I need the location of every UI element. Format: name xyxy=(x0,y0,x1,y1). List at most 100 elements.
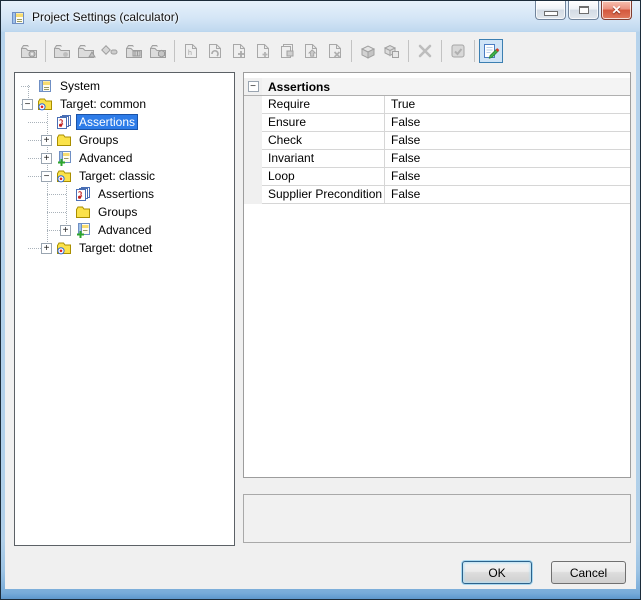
close-button[interactable]: ✕ xyxy=(601,1,632,20)
caption-buttons: ✕ xyxy=(535,1,632,20)
tree-item-label: Advanced xyxy=(76,150,135,166)
assertions-icon xyxy=(75,186,91,202)
link-icon[interactable] xyxy=(98,39,122,63)
doc-remove-icon[interactable] xyxy=(323,39,347,63)
project-settings-window: Project Settings (calculator) ✕ xyxy=(0,0,641,600)
tree-item-label: Target: dotnet xyxy=(76,240,155,256)
close-icon: ✕ xyxy=(611,4,621,16)
property-value[interactable]: False xyxy=(384,168,630,186)
tree-item-label: Target: common xyxy=(57,96,149,112)
maximize-button[interactable] xyxy=(568,1,599,20)
tree-item-target-dotnet[interactable]: + Target: dotnet xyxy=(15,239,234,257)
doc-redo-icon[interactable] xyxy=(203,39,227,63)
tree-item-target-classic[interactable]: − Target: classic xyxy=(15,167,234,185)
property-name: Check xyxy=(262,132,384,150)
system-icon xyxy=(37,78,53,94)
property-row-supplier-precondition[interactable]: Supplier Precondition False xyxy=(244,186,630,204)
tree-item-label: Assertions xyxy=(95,186,157,202)
property-row-ensure[interactable]: Ensure False xyxy=(244,114,630,132)
doc-h-icon[interactable]: h xyxy=(179,39,203,63)
property-name: Loop xyxy=(262,168,384,186)
target-folder-icon xyxy=(56,168,72,184)
property-value[interactable]: False xyxy=(384,114,630,132)
tree-item-label: Advanced xyxy=(95,222,154,238)
expander-slot xyxy=(18,77,37,95)
collapse-icon[interactable]: − xyxy=(41,171,52,182)
property-name: Ensure xyxy=(262,114,384,132)
toolbar-separator xyxy=(441,40,442,62)
advanced-icon xyxy=(56,150,72,166)
tree-item-advanced-classic[interactable]: + Advanced xyxy=(15,221,234,239)
toolbar-separator xyxy=(408,40,409,62)
toolbar: h xyxy=(5,32,636,70)
tree-item-assertions-classic[interactable]: Assertions xyxy=(15,185,234,203)
toolbar-separator xyxy=(174,40,175,62)
tree-item-groups-common[interactable]: + Groups xyxy=(15,131,234,149)
property-row-invariant[interactable]: Invariant False xyxy=(244,150,630,168)
property-row-loop[interactable]: Loop False xyxy=(244,168,630,186)
svg-text:h: h xyxy=(188,50,192,57)
property-value[interactable]: False xyxy=(384,132,630,150)
tree-item-advanced-common[interactable]: + Advanced xyxy=(15,149,234,167)
description-panel xyxy=(243,494,631,543)
category-row-assertions[interactable]: − Assertions xyxy=(244,78,630,96)
doc-plus-icon[interactable] xyxy=(251,39,275,63)
property-row-check[interactable]: Check False xyxy=(244,132,630,150)
folder-assembly-icon[interactable] xyxy=(146,39,170,63)
folder-icon xyxy=(75,204,91,220)
window-title: Project Settings (calculator) xyxy=(32,10,179,24)
doc-up-icon[interactable] xyxy=(299,39,323,63)
folder-library-icon[interactable] xyxy=(122,39,146,63)
target-folder-icon xyxy=(37,96,53,112)
folder-graph-icon[interactable] xyxy=(74,39,98,63)
folder-gear-icon[interactable] xyxy=(17,39,41,63)
edit-pencil-icon[interactable] xyxy=(479,39,503,63)
cube-copy-icon[interactable] xyxy=(380,39,404,63)
doc-copy-icon[interactable] xyxy=(275,39,299,63)
app-icon xyxy=(10,10,26,26)
property-value[interactable]: False xyxy=(384,186,630,204)
cancel-button[interactable]: Cancel xyxy=(551,561,626,584)
apply-check-icon[interactable] xyxy=(446,39,470,63)
delete-x-icon[interactable] xyxy=(413,39,437,63)
property-name: Require xyxy=(262,96,384,114)
expand-icon[interactable]: + xyxy=(41,153,52,164)
toolbar-separator xyxy=(351,40,352,62)
property-row-require[interactable]: Require True xyxy=(244,96,630,114)
titlebar[interactable]: Project Settings (calculator) ✕ xyxy=(1,1,640,32)
advanced-icon xyxy=(75,222,91,238)
tree-item-label: Assertions xyxy=(76,114,138,130)
tree-item-system[interactable]: System xyxy=(15,77,234,95)
collapse-icon[interactable]: − xyxy=(22,99,33,110)
client-area: h xyxy=(5,32,636,589)
minimize-icon xyxy=(545,12,557,15)
minimize-button[interactable] xyxy=(535,1,566,20)
toolbar-separator xyxy=(474,40,475,62)
tree-item-label: Groups xyxy=(76,132,121,148)
folder-icon xyxy=(56,132,72,148)
tree-item-label: Target: classic xyxy=(76,168,158,184)
property-value[interactable]: True xyxy=(384,96,630,114)
doc-add-icon[interactable] xyxy=(227,39,251,63)
maximize-icon xyxy=(579,6,589,14)
expand-icon[interactable]: + xyxy=(41,243,52,254)
tree-item-label: System xyxy=(57,78,103,94)
expand-icon[interactable]: + xyxy=(41,135,52,146)
settings-tree-panel: System − Target: common Assertions + xyxy=(14,72,235,546)
tree-item-groups-classic[interactable]: Groups xyxy=(15,203,234,221)
target-folder-icon xyxy=(56,240,72,256)
ok-button[interactable]: OK xyxy=(462,561,532,584)
category-collapse-icon[interactable]: − xyxy=(248,81,259,92)
property-name: Invariant xyxy=(262,150,384,168)
cube-icon[interactable] xyxy=(356,39,380,63)
folder-add-icon[interactable] xyxy=(50,39,74,63)
property-name: Supplier Precondition xyxy=(262,186,384,204)
toolbar-separator xyxy=(45,40,46,62)
tree-item-target-common[interactable]: − Target: common xyxy=(15,95,234,113)
category-label: Assertions xyxy=(262,80,330,94)
property-value[interactable]: False xyxy=(384,150,630,168)
tree-item-assertions-common[interactable]: Assertions xyxy=(15,113,234,131)
tree-item-label: Groups xyxy=(95,204,140,220)
assertions-icon xyxy=(56,114,72,130)
expand-icon[interactable]: + xyxy=(60,225,71,236)
